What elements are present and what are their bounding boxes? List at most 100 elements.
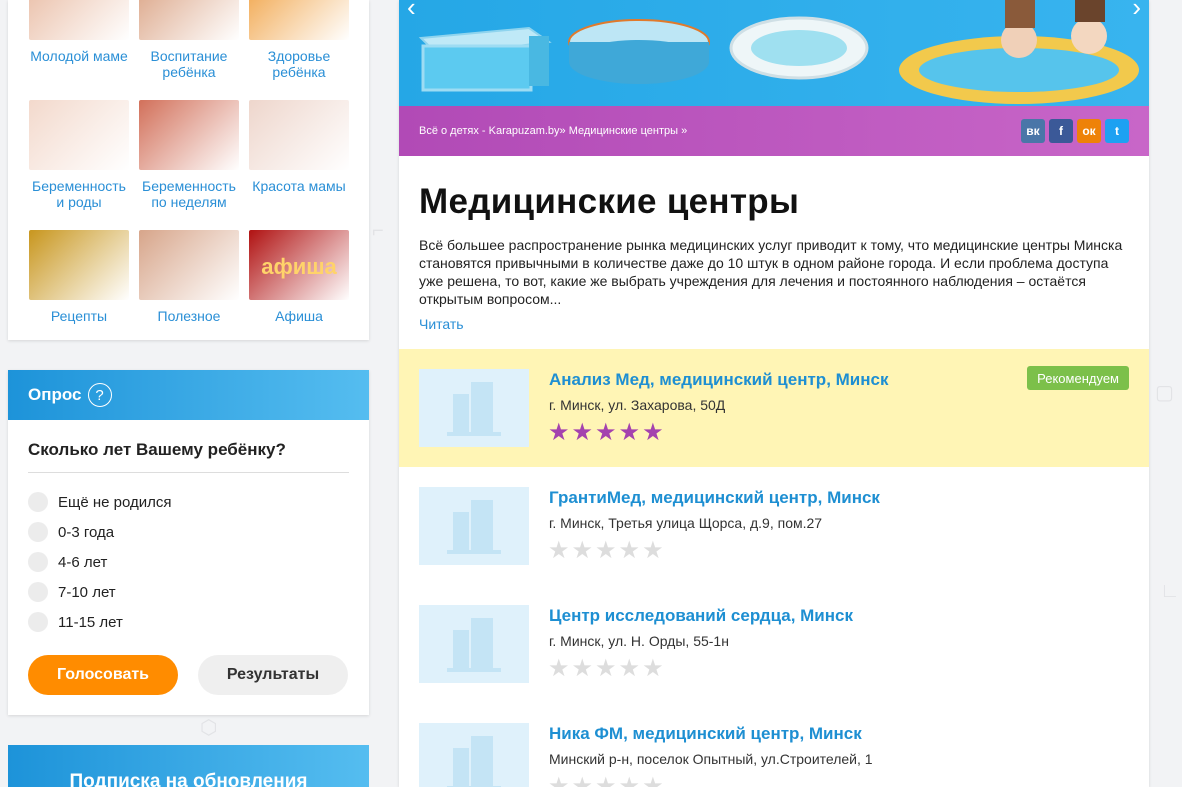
star-icon[interactable]: ★: [572, 539, 594, 563]
vegetables-photo[interactable]: [249, 0, 349, 40]
building-placeholder-icon: [447, 500, 501, 554]
star-icon[interactable]: ★: [642, 657, 664, 681]
category-label[interactable]: Беременность и роды: [29, 178, 129, 210]
poll-option[interactable]: Ещё не родился: [28, 487, 349, 517]
social-share: вк f ок t: [1021, 119, 1129, 143]
radio-button[interactable]: [28, 522, 48, 542]
star-icon[interactable]: ★: [642, 539, 664, 563]
building-placeholder-icon: [447, 618, 501, 672]
category-item[interactable]: Здоровье ребёнка: [249, 0, 349, 80]
listing-name[interactable]: ГрантиМед, медицинский центр, Минск: [549, 488, 880, 508]
poll-option-label: 7-10 лет: [58, 583, 116, 601]
star-icon[interactable]: ★: [572, 657, 594, 681]
background-pattern: ∟: [1160, 580, 1180, 602]
star-icon[interactable]: ★: [619, 657, 641, 681]
mother-baby-photo[interactable]: [29, 0, 129, 40]
listing-name[interactable]: Анализ Мед, медицинский центр, Минск: [549, 370, 888, 390]
building-icon[interactable]: [419, 369, 529, 447]
poll-option[interactable]: 7-10 лет: [28, 577, 349, 607]
category-item[interactable]: Полезное: [139, 230, 239, 324]
carousel-prev-icon[interactable]: ‹: [407, 0, 416, 23]
category-item[interactable]: Рецепты: [29, 230, 129, 324]
star-icon[interactable]: ★: [572, 775, 594, 787]
radio-button[interactable]: [28, 612, 48, 632]
category-item[interactable]: Беременность и роды: [29, 100, 129, 210]
category-label[interactable]: Красота мамы: [249, 178, 349, 194]
star-icon[interactable]: ★: [619, 421, 641, 445]
star-icon[interactable]: ★: [595, 539, 617, 563]
results-button[interactable]: Результаты: [198, 655, 348, 695]
rating-stars[interactable]: ★ ★ ★ ★ ★: [548, 539, 664, 563]
main-content: ‹ › Всё о детях - Karapuzam.by» Медицинс…: [399, 0, 1149, 787]
fetus-photo[interactable]: [139, 100, 239, 170]
building-icon[interactable]: [419, 487, 529, 565]
category-label[interactable]: Афиша: [249, 308, 349, 324]
help-icon[interactable]: ?: [87, 383, 112, 407]
building-placeholder-icon: [447, 736, 501, 787]
star-icon[interactable]: ★: [595, 421, 617, 445]
poll-panel: Опрос ? Сколько лет Вашему ребёнку? Ещё …: [8, 370, 369, 715]
breadcrumb[interactable]: Всё о детях - Karapuzam.by» Медицинские …: [419, 125, 687, 137]
star-icon[interactable]: ★: [619, 539, 641, 563]
banner-carousel[interactable]: ‹ ›: [399, 0, 1149, 106]
carousel-next-icon[interactable]: ›: [1132, 0, 1141, 23]
poll-option[interactable]: 11-15 лет: [28, 607, 349, 637]
star-icon[interactable]: ★: [642, 421, 664, 445]
background-pattern: ▢: [1155, 382, 1174, 404]
paella-photo[interactable]: [29, 230, 129, 300]
poll-option[interactable]: 4-6 лет: [28, 547, 349, 577]
building-icon[interactable]: [419, 605, 529, 683]
makeup-woman-photo[interactable]: [249, 100, 349, 170]
vk-icon[interactable]: вк: [1021, 119, 1045, 143]
radio-button[interactable]: [28, 582, 48, 602]
star-icon[interactable]: ★: [642, 775, 664, 787]
children-hands-photo[interactable]: [139, 0, 239, 40]
page-title: Медицинские центры: [419, 182, 800, 221]
star-icon[interactable]: ★: [548, 657, 570, 681]
afisha-neon-photo[interactable]: афиша: [249, 230, 349, 300]
listing-name[interactable]: Центр исследований сердца, Минск: [549, 606, 853, 626]
listing-name[interactable]: Ника ФМ, медицинский центр, Минск: [549, 724, 862, 744]
category-label[interactable]: Здоровье ребёнка: [249, 48, 349, 80]
star-icon[interactable]: ★: [595, 657, 617, 681]
radio-button[interactable]: [28, 492, 48, 512]
rating-stars[interactable]: ★ ★ ★ ★ ★: [548, 421, 664, 445]
rating-stars[interactable]: ★ ★ ★ ★ ★: [548, 775, 664, 787]
category-item[interactable]: Красота мамы: [249, 100, 349, 194]
subscription-panel: Подписка на обновления: [8, 745, 369, 787]
poll-header: Опрос ?: [8, 370, 369, 420]
category-item[interactable]: Молодой маме: [29, 0, 129, 64]
radio-button[interactable]: [28, 552, 48, 572]
category-item[interactable]: Беременность по неделям: [139, 100, 239, 210]
star-icon[interactable]: ★: [595, 775, 617, 787]
building-icon[interactable]: [419, 723, 529, 787]
background-pattern: ⌐: [372, 220, 384, 242]
category-label[interactable]: Полезное: [139, 308, 239, 324]
odnoklassniki-icon[interactable]: ок: [1077, 119, 1101, 143]
category-item[interactable]: Воспитание ребёнка: [139, 0, 239, 80]
poll-option-label: 11-15 лет: [58, 613, 123, 631]
category-label[interactable]: Молодой маме: [29, 48, 129, 64]
facebook-icon[interactable]: f: [1049, 119, 1073, 143]
star-icon[interactable]: ★: [619, 775, 641, 787]
category-label[interactable]: Рецепты: [29, 308, 129, 324]
pregnant-belly-photo[interactable]: [29, 100, 129, 170]
twitter-icon[interactable]: t: [1105, 119, 1129, 143]
star-icon[interactable]: ★: [548, 539, 570, 563]
listing-address: г. Минск, ул. Захарова, 50Д: [549, 397, 726, 413]
category-label[interactable]: Беременность по неделям: [139, 178, 239, 210]
read-more-link[interactable]: Читать: [419, 316, 464, 332]
star-icon[interactable]: ★: [572, 421, 594, 445]
breadcrumb-bar: Всё о детях - Karapuzam.by» Медицинские …: [399, 106, 1149, 156]
listing-address: г. Минск, Третья улица Щорса, д.9, пом.2…: [549, 515, 823, 531]
star-icon[interactable]: ★: [548, 775, 570, 787]
star-icon[interactable]: ★: [548, 421, 570, 445]
category-item[interactable]: афиша Афиша: [249, 230, 349, 324]
afisha-sign: афиша: [261, 254, 337, 279]
rating-stars[interactable]: ★ ★ ★ ★ ★: [548, 657, 664, 681]
category-label[interactable]: Воспитание ребёнка: [139, 48, 239, 80]
poll-option[interactable]: 0-3 года: [28, 517, 349, 547]
vote-button[interactable]: Голосовать: [28, 655, 178, 695]
baby-hand-photo[interactable]: [139, 230, 239, 300]
poll-buttons: Голосовать Результаты: [28, 655, 348, 695]
